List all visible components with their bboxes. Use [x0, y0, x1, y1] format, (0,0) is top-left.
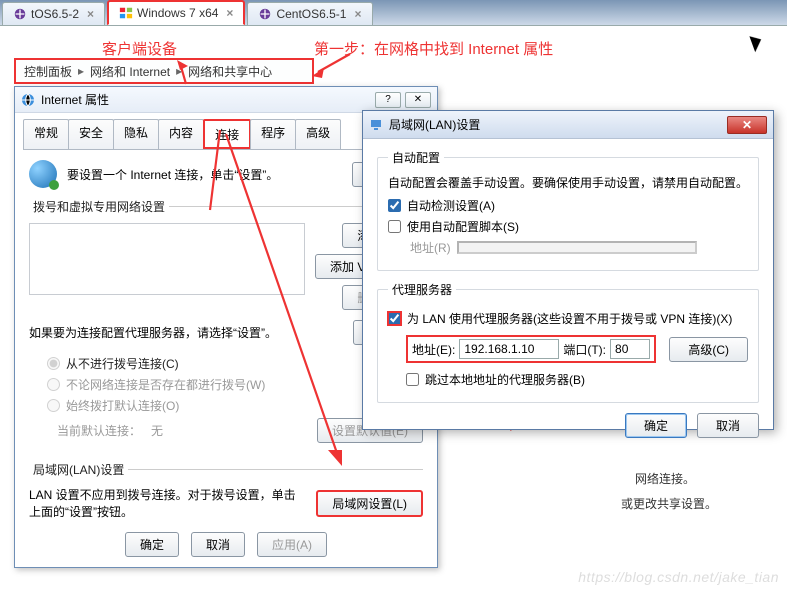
auto-hint: 自动配置会覆盖手动设置。要确保使用手动设置，请禁用自动配置。 [388, 174, 748, 191]
use-proxy-checkbox[interactable]: 为 LAN 使用代理服务器(这些设置不用于拨号或 VPN 连接)(X) [388, 310, 748, 327]
auto-script-checkbox[interactable]: 使用自动配置脚本(S) [388, 218, 748, 235]
ok-button[interactable]: 确定 [125, 532, 179, 557]
close-icon[interactable]: × [87, 7, 94, 21]
centos-icon [258, 7, 272, 21]
chevron-right-icon: ▸ [78, 64, 84, 78]
proxy-addr-label: 地址(E): [412, 341, 455, 358]
annotation-step1: 第一步：在网格中找到 Internet 属性 [314, 38, 553, 59]
group-label: 代理服务器 [388, 281, 456, 298]
dial-group-label: 拨号和虚拟专用网络设置 [29, 198, 169, 215]
cancel-button[interactable]: 取消 [191, 532, 245, 557]
close-icon[interactable]: × [354, 7, 361, 21]
proxy-port-label: 端口(T): [563, 341, 606, 358]
ok-button[interactable]: 确定 [625, 413, 687, 438]
bc-item[interactable]: 网络和 Internet [90, 63, 170, 80]
breadcrumb[interactable]: 控制面板 ▸ 网络和 Internet ▸ 网络和共享中心 [14, 58, 314, 84]
default-conn-value: 无 [151, 422, 163, 439]
apply-button[interactable]: 应用(A) [257, 532, 327, 557]
vm-tab[interactable]: tOS6.5-2 × [2, 2, 105, 25]
help-button[interactable]: ? [375, 92, 401, 108]
annotation-client: 客户端设备 [102, 38, 177, 59]
tab-label: Windows 7 x64 [137, 6, 218, 20]
vm-tab[interactable]: CentOS6.5-1 × [247, 2, 372, 25]
lan-hint: LAN 设置不应用到拨号连接。对于拨号设置，单击上面的“设置”按钮。 [29, 486, 316, 520]
vm-tab-active[interactable]: Windows 7 x64 × [107, 0, 245, 25]
proxy-port-input[interactable] [610, 339, 650, 359]
default-conn-label: 当前默认连接： [57, 422, 141, 439]
close-button[interactable]: ✕ [405, 92, 431, 108]
lan-settings-button[interactable]: 局域网设置(L) [316, 490, 423, 517]
cancel-button[interactable]: 取消 [697, 413, 759, 438]
bg-text: 网络连接。 [635, 470, 695, 487]
watermark: https://blog.csdn.net/jake_tian [578, 569, 779, 585]
tab-privacy[interactable]: 隐私 [113, 119, 159, 149]
windows-icon [119, 6, 133, 20]
chevron-right-icon: ▸ [176, 64, 182, 78]
tab-label: tOS6.5-2 [31, 7, 79, 21]
lan-settings-dialog: 局域网(LAN)设置 ✕ 自动配置 自动配置会覆盖手动设置。要确保使用手动设置，… [362, 110, 774, 430]
centos-icon [13, 7, 27, 21]
dialog-title: 局域网(LAN)设置 [389, 116, 480, 133]
proxy-hint: 如果要为连接配置代理服务器，请选择“设置”。 [29, 324, 353, 341]
bc-item[interactable]: 网络和共享中心 [188, 63, 272, 80]
network-icon [369, 118, 383, 132]
tab-general[interactable]: 常规 [23, 119, 69, 149]
bg-text: 或更改共享设置。 [621, 495, 717, 512]
internet-icon [21, 93, 35, 107]
bypass-local-checkbox[interactable]: 跳过本地地址的代理服务器(B) [406, 371, 748, 388]
auto-detect-checkbox[interactable]: 自动检测设置(A) [388, 197, 748, 214]
vm-tab-bar: tOS6.5-2 × Windows 7 x64 × CentOS6.5-1 × [0, 0, 787, 26]
tab-content[interactable]: 内容 [158, 119, 204, 149]
close-button[interactable]: ✕ [727, 116, 767, 134]
lan-group-label: 局域网(LAN)设置 [29, 461, 128, 478]
group-label: 自动配置 [388, 149, 444, 166]
close-icon[interactable]: × [226, 6, 233, 20]
bc-item[interactable]: 控制面板 [24, 63, 72, 80]
advanced-button[interactable]: 高级(C) [669, 337, 748, 362]
tab-label: CentOS6.5-1 [276, 7, 346, 21]
proxy-addr-input[interactable] [459, 339, 559, 359]
dialog-title: Internet 属性 [41, 91, 109, 108]
auto-config-group: 自动配置 自动配置会覆盖手动设置。要确保使用手动设置，请禁用自动配置。 自动检测… [377, 149, 759, 271]
connections-listbox[interactable] [29, 223, 305, 295]
script-addr-input [457, 241, 697, 254]
proxy-group: 代理服务器 为 LAN 使用代理服务器(这些设置不用于拨号或 VPN 连接)(X… [377, 281, 759, 403]
titlebar[interactable]: 局域网(LAN)设置 ✕ [363, 111, 773, 139]
globe-icon [29, 160, 57, 188]
setup-text: 要设置一个 Internet 连接，单击“设置”。 [67, 166, 352, 183]
tab-security[interactable]: 安全 [68, 119, 114, 149]
cursor-icon [752, 34, 766, 54]
tab-programs[interactable]: 程序 [250, 119, 296, 149]
tab-connections[interactable]: 连接 [203, 119, 251, 149]
script-addr-label: 地址(R) [410, 239, 451, 256]
tab-advanced[interactable]: 高级 [295, 119, 341, 149]
